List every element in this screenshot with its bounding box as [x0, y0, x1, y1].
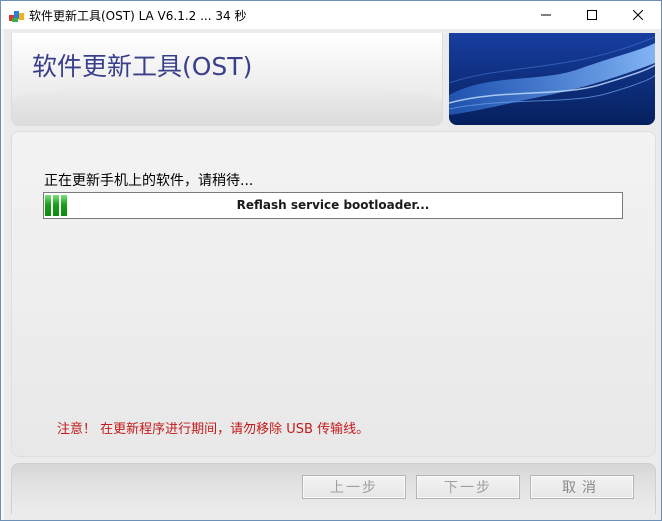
header-title: 软件更新工具(OST) [32, 52, 253, 81]
ost-window: 软件更新工具(OST) LA V6.1.2 ... 34 秒 软件更新工具(OS… [0, 0, 662, 521]
header-banner: 软件更新工具(OST) [11, 33, 443, 126]
next-button[interactable]: 下一步 [416, 475, 520, 499]
progress-bar: Reflash service bootloader... [43, 192, 623, 219]
previous-button[interactable]: 上一步 [302, 475, 406, 499]
cancel-button[interactable]: 取消 [530, 475, 634, 499]
status-text: 正在更新手机上的软件，请稍待... [44, 173, 254, 189]
window-title: 软件更新工具(OST) LA V6.1.2 ... 34 秒 [29, 9, 247, 23]
maximize-button[interactable] [569, 1, 615, 29]
close-icon [633, 10, 643, 20]
title-bar[interactable]: 软件更新工具(OST) LA V6.1.2 ... 34 秒 [1, 1, 661, 29]
minimize-button[interactable] [523, 1, 569, 29]
minimize-icon [541, 10, 551, 20]
close-button[interactable] [615, 1, 661, 29]
banner-wave-graphic [449, 33, 655, 125]
client-area: 软件更新工具(OST) 正在更新手机上的软件，请稍待... Reflash se… [1, 29, 661, 520]
warning-text: 注意！ 在更新程序进行期间，请勿移除 USB 传输线。 [57, 422, 370, 437]
header-sheen [12, 83, 442, 125]
content-panel: 正在更新手机上的软件，请稍待... Reflash service bootlo… [11, 131, 656, 457]
footer-bar: 上一步 下一步 取消 [11, 463, 656, 514]
app-logo-icon [9, 8, 25, 22]
window-edge [1, 29, 4, 520]
maximize-icon [587, 10, 597, 20]
progress-label: Reflash service bootloader... [236, 198, 430, 212]
